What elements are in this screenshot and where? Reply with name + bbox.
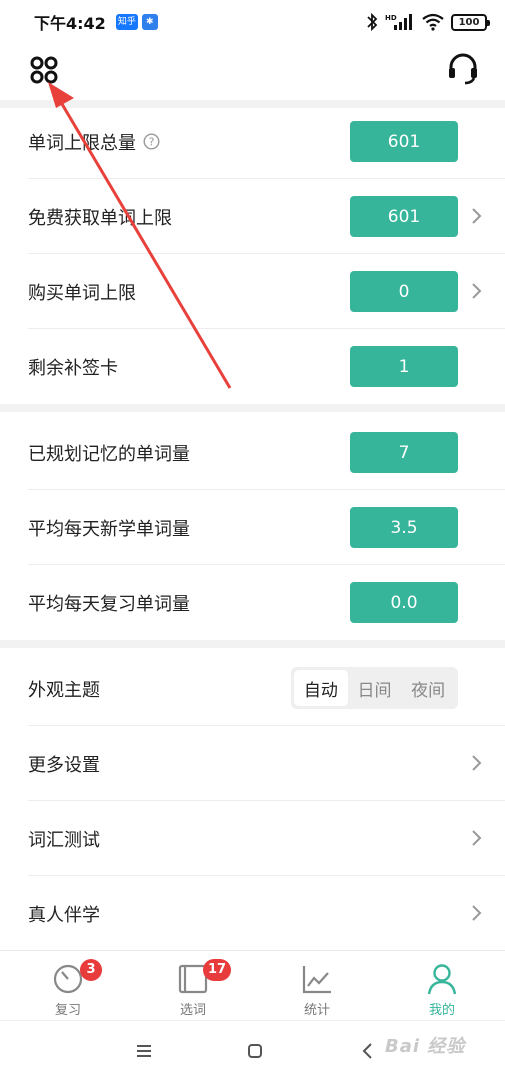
help-icon[interactable]: ? [143, 133, 160, 150]
row-buy-word-limit[interactable]: 购买单词上限 0 [0, 254, 505, 329]
section-gap [0, 404, 505, 412]
nav-tab-select-words[interactable]: 选词 17 [143, 951, 243, 1021]
row-remaining-makeup-cards: 剩余补签卡 1 [0, 329, 505, 404]
status-icons: HD 100 [366, 13, 490, 31]
nav-tab-statistics[interactable]: 统计 [267, 951, 367, 1021]
customer-service-headset-icon[interactable] [446, 52, 480, 86]
nav-label: 选词 [179, 1003, 206, 1018]
baidu-jingyan-watermark: Bai 经验 [385, 1036, 466, 1057]
battery-icon: 100 [451, 13, 490, 31]
row-label: 平均每天新学单词量 [28, 518, 190, 540]
nav-label: 复习 [54, 1003, 81, 1018]
theme-segmented-control: 自动 日间 夜间 [291, 667, 458, 709]
home-icon[interactable] [243, 1039, 267, 1063]
theme-option-day[interactable]: 日间 [348, 670, 402, 706]
row-label: 剩余补签卡 [28, 357, 118, 379]
row-label: 词汇测试 [28, 829, 100, 851]
row-planned-words: 已规划记忆的单词量 7 [0, 415, 505, 490]
row-word-limit-total: 单词上限总量 ? 601 [0, 104, 505, 179]
row-avg-daily-new: 平均每天新学单词量 3.5 [0, 490, 505, 565]
row-label: 更多设置 [28, 754, 100, 776]
row-vocabulary-test[interactable]: 词汇测试 [0, 801, 505, 876]
svg-text:HD: HD [385, 14, 397, 22]
nav-label: 统计 [303, 1003, 330, 1018]
value-box: 3.5 [350, 507, 458, 548]
chevron-right-icon [472, 208, 482, 224]
row-label: 真人伴学 [28, 904, 100, 926]
value-box: 0.0 [350, 582, 458, 623]
review-count-badge: 3 [80, 959, 102, 981]
value-box: 0 [350, 271, 458, 312]
section-gap [0, 640, 505, 648]
nav-label: 我的 [428, 1003, 455, 1018]
value-box: 1 [350, 346, 458, 387]
row-avg-daily-review: 平均每天复习单词量 0.0 [0, 565, 505, 640]
wifi-icon [422, 13, 444, 31]
line-chart-icon [302, 966, 331, 994]
value-box: 601 [350, 121, 458, 162]
bluetooth-icon [367, 13, 378, 31]
nav-tab-review[interactable]: 复习 3 [18, 951, 118, 1021]
chevron-right-icon [472, 283, 482, 299]
row-label: 平均每天复习单词量 [28, 593, 190, 615]
zhihu-notification-icon: 知乎 [115, 14, 138, 30]
status-time: 下午4:42 [34, 14, 106, 33]
row-appearance-theme: 外观主题 自动 日间 夜间 [0, 651, 505, 726]
row-label: 外观主题 [28, 679, 100, 701]
svg-text:?: ? [149, 136, 155, 149]
chevron-right-icon [472, 755, 482, 771]
bluetooth-notification-icon: ✱ [141, 14, 158, 30]
chevron-right-icon [472, 905, 482, 921]
command-grid-icon[interactable] [28, 54, 60, 86]
value-box: 7 [350, 432, 458, 473]
row-live-study-companion[interactable]: 真人伴学 [0, 876, 505, 951]
back-icon[interactable] [356, 1039, 380, 1063]
row-label: 购买单词上限 [28, 282, 136, 304]
row-free-word-limit[interactable]: 免费获取单词上限 601 [0, 179, 505, 254]
nav-tab-mine[interactable]: 我的 [392, 951, 492, 1021]
bottom-navigation: 复习 3 选词 17 统计 我的 [0, 950, 505, 1020]
theme-option-night[interactable]: 夜间 [401, 670, 455, 706]
top-bar [0, 44, 505, 100]
person-icon [427, 964, 457, 995]
signal-icon: HD [385, 14, 412, 30]
menu-icon[interactable] [132, 1039, 156, 1063]
word-count-badge: 17 [203, 959, 232, 981]
row-more-settings[interactable]: 更多设置 [0, 726, 505, 801]
row-label: 免费获取单词上限 [28, 207, 172, 229]
row-label: 单词上限总量 ? [28, 129, 160, 155]
chevron-right-icon [472, 830, 482, 846]
row-label: 已规划记忆的单词量 [28, 443, 190, 465]
value-box: 601 [350, 196, 458, 237]
theme-option-auto[interactable]: 自动 [294, 670, 348, 706]
status-bar: 下午4:42 知乎 ✱ HD 100 [0, 0, 505, 44]
